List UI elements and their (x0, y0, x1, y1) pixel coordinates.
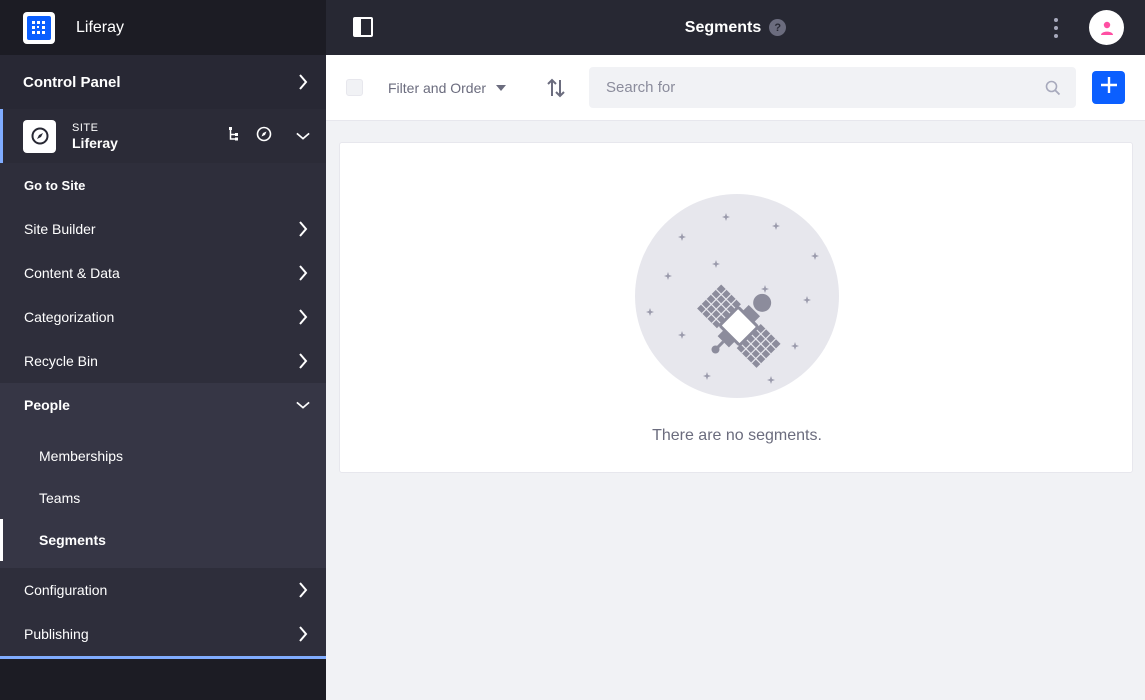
control-panel-label: Control Panel (23, 73, 121, 91)
chevron-right-icon (296, 582, 310, 598)
search-field (589, 67, 1076, 108)
go-to-site-label: Go to Site (24, 177, 86, 193)
sidebar-item-label: Site Builder (24, 221, 96, 237)
chevron-right-icon (296, 353, 310, 369)
caret-down-icon (496, 85, 507, 91)
empty-state-message: There are no segments. (652, 427, 822, 444)
select-all-checkbox[interactable] (346, 79, 363, 96)
sidebar-item-label: Categorization (24, 309, 115, 325)
add-button[interactable] (1092, 71, 1125, 104)
site-name: Liferay (72, 134, 118, 151)
search-input[interactable] (590, 79, 1030, 96)
sidebar-item-publishing[interactable]: Publishing (0, 612, 326, 656)
sidebar-item-label: Recycle Bin (24, 353, 98, 369)
sort-icon[interactable] (545, 77, 567, 99)
kebab-menu-icon[interactable] (1052, 18, 1060, 38)
sidebar-item-segments[interactable]: Segments (0, 519, 326, 561)
help-icon[interactable]: ? (769, 19, 787, 36)
site-panel-bottom: Configuration Publishing (0, 568, 326, 659)
compass-icon (23, 119, 56, 153)
filter-and-order-dropdown[interactable]: Filter and Order (388, 77, 507, 99)
sidebar-item-label: Segments (39, 532, 106, 548)
site-kind-label: SITE (72, 121, 99, 134)
sidebar-item-label: People (24, 397, 70, 413)
product-menu: Liferay Control Panel SITE Liferay Go to… (0, 0, 326, 700)
sidebar-item-label: Teams (39, 490, 81, 506)
sidebar-toggle-icon[interactable] (353, 17, 373, 37)
product-menu-header: Liferay (0, 0, 326, 55)
chevron-right-icon (296, 265, 310, 281)
sidebar-item-categorization[interactable]: Categorization (0, 295, 326, 339)
site-panel: SITE Liferay Go to Site Site Builder Con… (0, 109, 326, 659)
chevron-right-icon (296, 221, 310, 237)
sidebar-item-memberships[interactable]: Memberships (0, 435, 326, 477)
site-selector[interactable]: SITE Liferay (0, 109, 326, 163)
site-tree-icon[interactable] (228, 126, 242, 147)
liferay-logo-icon[interactable] (23, 11, 55, 44)
chevron-right-icon (296, 626, 310, 642)
sidebar-item-configuration[interactable]: Configuration (0, 568, 326, 612)
control-panel-item[interactable]: Control Panel (0, 55, 326, 109)
sidebar-item-label: Memberships (39, 448, 124, 464)
sidebar-item-people[interactable]: People (0, 383, 326, 427)
filter-label: Filter and Order (388, 80, 487, 96)
sidebar-item-label: Configuration (24, 582, 108, 598)
people-group: People Memberships Teams Segments (0, 383, 326, 568)
chevron-right-icon (296, 309, 310, 325)
management-toolbar: Filter and Order (326, 55, 1145, 121)
chevron-right-icon (296, 74, 310, 90)
brand-name: Liferay (76, 18, 125, 36)
page-title: Segments (684, 18, 762, 36)
sidebar-item-label: Content & Data (24, 265, 120, 281)
chevron-down-icon[interactable] (296, 129, 310, 143)
user-icon[interactable] (1089, 10, 1124, 45)
sidebar-item-teams[interactable]: Teams (0, 477, 326, 519)
empty-state-card: There are no segments. (339, 142, 1133, 473)
chevron-down-icon (296, 398, 310, 412)
go-to-site-link[interactable]: Go to Site (0, 163, 326, 207)
sidebar-item-recycle-bin[interactable]: Recycle Bin (0, 339, 326, 383)
plus-icon (1100, 76, 1118, 99)
sidebar-item-label: Publishing (24, 626, 89, 642)
compass-icon[interactable] (256, 126, 272, 147)
sidebar-item-site-builder[interactable]: Site Builder (0, 207, 326, 251)
sidebar-item-content-data[interactable]: Content & Data (0, 251, 326, 295)
control-menu: Segments ? (326, 0, 1145, 55)
search-icon[interactable] (1045, 80, 1061, 96)
satellite-illustration (634, 193, 840, 399)
